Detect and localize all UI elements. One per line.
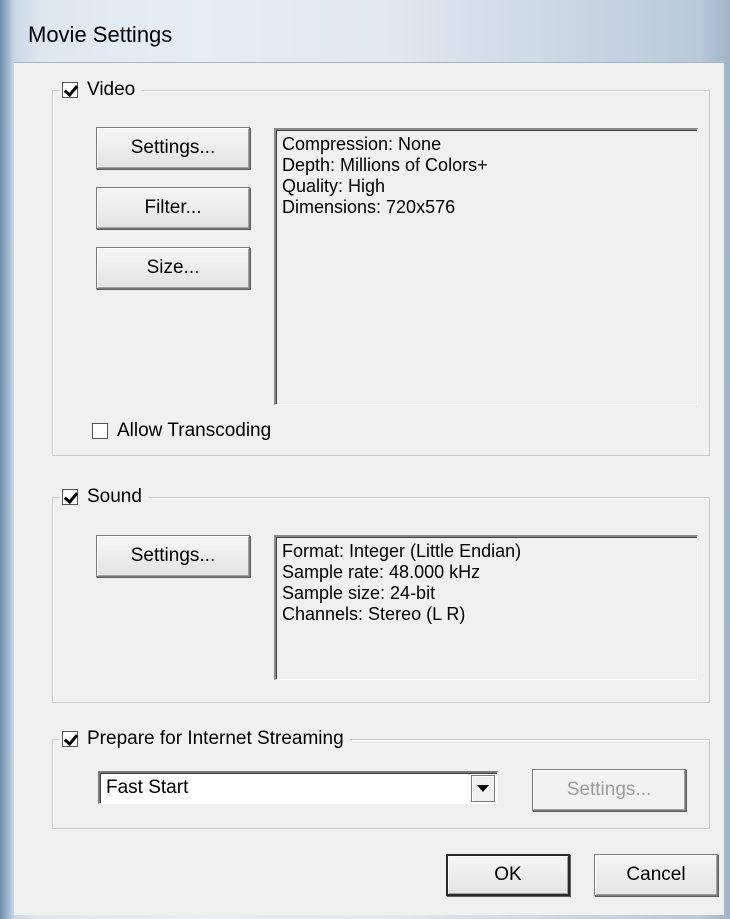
streaming-checkbox[interactable] — [62, 731, 78, 747]
allow-transcoding-option[interactable]: Allow Transcoding — [92, 420, 271, 442]
sound-checkbox[interactable] — [62, 489, 78, 505]
sound-info-line: Sample rate: 48.000 kHz — [282, 562, 481, 582]
video-label: Video — [87, 79, 136, 100]
sound-group-header[interactable]: Sound — [60, 483, 148, 511]
cancel-button[interactable]: Cancel — [594, 854, 718, 896]
video-checkbox[interactable] — [62, 82, 78, 98]
sound-info-box: Format: Integer (Little Endian) Sample r… — [274, 535, 698, 680]
streaming-mode-value: Fast Start — [106, 777, 189, 798]
title-bar: Movie Settings — [0, 0, 730, 62]
streaming-mode-select[interactable]: Fast Start — [98, 771, 498, 804]
video-info-line: Dimensions: 720x576 — [282, 197, 456, 217]
movie-settings-dialog: Video Settings... Filter... Size... Comp… — [14, 62, 724, 915]
streaming-settings-button[interactable]: Settings... — [532, 769, 686, 811]
window-title: Movie Settings — [28, 22, 173, 47]
streaming-label: Prepare for Internet Streaming — [87, 728, 344, 749]
allow-transcoding-checkbox[interactable] — [92, 423, 108, 439]
sound-info-line: Channels: Stereo (L R) — [282, 604, 466, 624]
sound-label: Sound — [87, 486, 142, 507]
video-settings-button[interactable]: Settings... — [96, 127, 250, 169]
allow-transcoding-label: Allow Transcoding — [117, 420, 272, 441]
video-info-line: Compression: None — [282, 134, 442, 154]
sound-info-line: Sample size: 24-bit — [282, 583, 436, 603]
video-info-line: Depth: Millions of Colors+ — [282, 155, 488, 175]
video-group-header[interactable]: Video — [60, 76, 142, 104]
video-info-line: Quality: High — [282, 176, 386, 196]
streaming-group-header[interactable]: Prepare for Internet Streaming — [60, 725, 350, 753]
ok-button[interactable]: OK — [446, 854, 570, 896]
video-filter-button[interactable]: Filter... — [96, 187, 250, 229]
dropdown-arrow-icon[interactable] — [471, 775, 495, 802]
sound-info-line: Format: Integer (Little Endian) — [282, 541, 522, 561]
video-info-box: Compression: None Depth: Millions of Col… — [274, 128, 698, 405]
video-size-button[interactable]: Size... — [96, 247, 250, 289]
sound-settings-button[interactable]: Settings... — [96, 535, 250, 577]
